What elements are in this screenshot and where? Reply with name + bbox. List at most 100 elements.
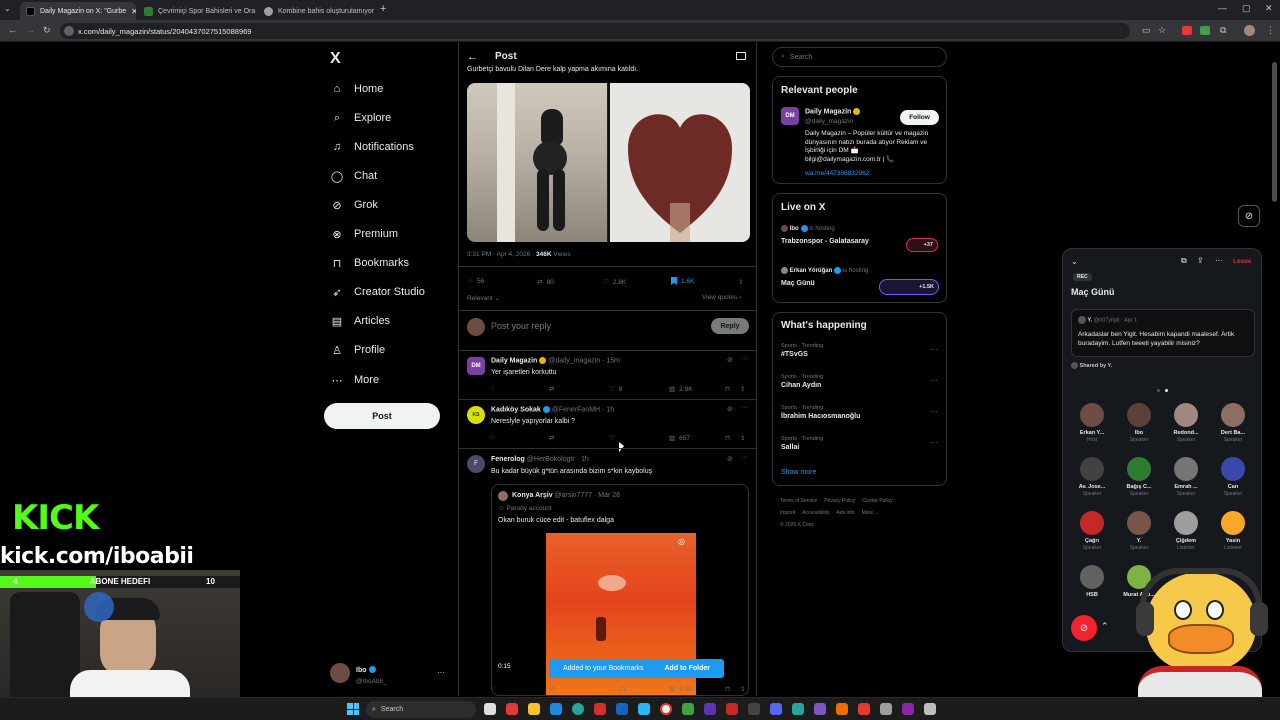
space-participant[interactable]: Dert Ba... Speaker <box>1213 403 1253 443</box>
reply-avatar[interactable]: DM <box>467 357 485 375</box>
reply-time[interactable]: · 1h <box>577 456 589 463</box>
show-more-link[interactable]: Show more <box>781 469 816 476</box>
live-space-title[interactable]: Maç Günü <box>781 280 815 287</box>
trend-more-icon[interactable]: ··· <box>930 376 938 385</box>
app-icon[interactable] <box>594 703 606 715</box>
live-space-title[interactable]: Trabzonspor - Galatasaray <box>781 238 869 245</box>
file-explorer-icon[interactable] <box>528 703 540 715</box>
footer-link[interactable]: Privacy Policy <box>824 498 855 504</box>
minimize-icon[interactable]: — <box>1218 3 1227 13</box>
space-participant[interactable]: Erkan Y... Host <box>1072 403 1112 443</box>
app-icon[interactable] <box>902 703 914 715</box>
reply-share-action[interactable]: ⇪ <box>740 385 745 393</box>
reply-button[interactable]: Reply <box>711 318 749 334</box>
maximize-icon[interactable]: ▢ <box>1242 3 1251 14</box>
carousel-dot-active[interactable] <box>1165 389 1168 392</box>
app-icon[interactable] <box>638 703 650 715</box>
account-switcher[interactable]: Ibo @IboAbIl_ <box>356 664 386 685</box>
forward-icon[interactable]: → <box>26 25 35 35</box>
live-listeners-pill[interactable]: +1.5K <box>879 279 939 295</box>
reply-views[interactable]: ▥ 657 <box>669 434 690 443</box>
trend-item[interactable]: Sports · Trending Cihan Aydın <box>781 374 941 389</box>
reply-bookmark-action[interactable]: ⊓ <box>725 434 730 442</box>
reply-like-action[interactable]: ♡ 8 <box>609 385 622 394</box>
space-participant[interactable]: Çiğdem Listener <box>1166 511 1206 551</box>
carousel-dot[interactable] <box>1157 389 1160 392</box>
post-button[interactable]: Post <box>324 403 440 429</box>
leave-button[interactable]: Leave <box>1233 258 1251 265</box>
reply-share-action[interactable]: ⇪ <box>740 434 745 442</box>
footer-link[interactable]: Imprint <box>780 510 795 516</box>
reply-input[interactable]: Post your reply <box>491 321 551 331</box>
share-space-icon[interactable]: ⇪ <box>1197 256 1204 265</box>
reply-time[interactable]: · 15m <box>602 357 620 364</box>
space-participant[interactable]: Çağrı Speaker <box>1072 511 1112 551</box>
reply-share-action[interactable]: ⇪ <box>740 685 745 693</box>
app-icon[interactable] <box>814 703 826 715</box>
browser-tab-active[interactable]: Daily Magazin on X: "Gurbe ✕ <box>20 2 136 20</box>
reply-bookmark-action[interactable]: ⊓ <box>725 385 730 393</box>
expand-icon[interactable]: ⌃ <box>1101 621 1109 632</box>
more-options-icon[interactable]: ··· <box>741 355 748 362</box>
reply-reply-action[interactable]: ○ <box>491 685 495 692</box>
nav-item-grok[interactable]: ⊘ Grok <box>330 196 377 214</box>
back-icon[interactable]: ← <box>8 25 17 35</box>
back-arrow-icon[interactable]: ← <box>467 51 478 63</box>
reply-reply-action[interactable]: ○ <box>491 385 495 392</box>
space-participant[interactable]: Ibo Speaker <box>1119 403 1159 443</box>
nav-item-articles[interactable]: ▤ Articles <box>330 312 390 330</box>
app-icon[interactable] <box>792 703 804 715</box>
post-timestamp[interactable]: 3:31 PM · Apr 4, 2026 · <box>467 251 536 258</box>
footer-link[interactable]: More ... <box>862 510 879 516</box>
space-more-icon[interactable]: ··· <box>1215 256 1223 265</box>
search-input[interactable]: Search <box>790 54 812 61</box>
trend-more-icon[interactable]: ··· <box>930 407 938 416</box>
task-view-icon[interactable] <box>484 703 496 715</box>
relevant-avatar[interactable]: DM <box>781 107 799 125</box>
reply-author-name[interactable]: Kadıköy Sokak <box>491 406 541 413</box>
nav-item-more[interactable]: ⋯ More <box>330 371 380 389</box>
reply-repost-action[interactable]: ⇄ <box>549 434 554 442</box>
grok-icon[interactable]: ⊘ <box>727 405 733 413</box>
app-icon[interactable] <box>682 703 694 715</box>
relevant-name-row[interactable]: Daily Magazin <box>805 108 861 115</box>
trend-item[interactable]: Sports · Trending İbrahim Hacıosmanoğlu <box>781 405 941 420</box>
nav-item-home[interactable]: ⌂ Home <box>330 80 384 98</box>
reply-time[interactable]: · 1h <box>602 406 614 413</box>
pinned-post[interactable]: Y. @007yilgit · Apr 1 Arkadaslar ben Yig… <box>1071 309 1255 357</box>
trend-more-icon[interactable]: ··· <box>930 345 938 354</box>
nav-item-profile[interactable]: ♙ Profile <box>330 341 385 359</box>
reply-views[interactable]: ▥ 2.9K <box>669 385 693 394</box>
trend-item[interactable]: Sports · Trending Sallai <box>781 436 941 451</box>
search-box[interactable]: ⌕ Search <box>772 47 947 67</box>
collapse-icon[interactable]: ⌄ <box>1071 257 1078 266</box>
repost-action[interactable]: ⇄ 80 <box>537 278 554 287</box>
space-participant[interactable]: Yasin Listener <box>1213 511 1253 551</box>
space-participant[interactable]: Av. Jose... Speaker <box>1072 457 1112 497</box>
space-participant[interactable]: Redond... Speaker <box>1166 403 1206 443</box>
space-participant[interactable]: HSB <box>1072 565 1112 599</box>
browser-tab[interactable]: Kombine bahis oluşturulamıyor ✕ <box>258 2 376 20</box>
extension-icon[interactable] <box>1200 26 1210 35</box>
reply-handle[interactable]: @HerBokologtr <box>527 456 575 463</box>
trend-item[interactable]: Sports · Trending #TSvGS <box>781 343 941 358</box>
app-icon[interactable] <box>506 703 518 715</box>
reply-repost-action[interactable]: ⇄ <box>549 685 554 693</box>
taskbar-search[interactable]: ⌕ Search <box>366 701 476 718</box>
trend-more-icon[interactable]: ··· <box>930 438 938 447</box>
app-icon[interactable] <box>616 703 628 715</box>
reply-author-name[interactable]: Daily Magazin <box>491 357 537 364</box>
reply-bookmark-action[interactable]: ⊓ <box>725 685 730 693</box>
reply-author-name[interactable]: Fenerolog <box>491 456 525 463</box>
view-quotes-link[interactable]: View quotes › <box>702 294 741 301</box>
browser-menu-icon[interactable]: ⋮ <box>1266 25 1275 36</box>
reply-views[interactable]: ▥ 6.2K <box>669 685 693 694</box>
extensions-puzzle-icon[interactable]: ⧉ <box>1220 25 1226 36</box>
close-tab-icon[interactable]: ✕ <box>131 7 136 16</box>
reply-like-action[interactable]: ♡ <box>609 434 615 442</box>
reply-repost-action[interactable]: ⇄ <box>549 385 554 393</box>
media-image-left[interactable] <box>467 83 607 242</box>
grok-icon[interactable]: ⊘ <box>727 356 733 364</box>
reader-view-icon[interactable] <box>736 52 746 60</box>
post-media[interactable] <box>467 83 750 242</box>
